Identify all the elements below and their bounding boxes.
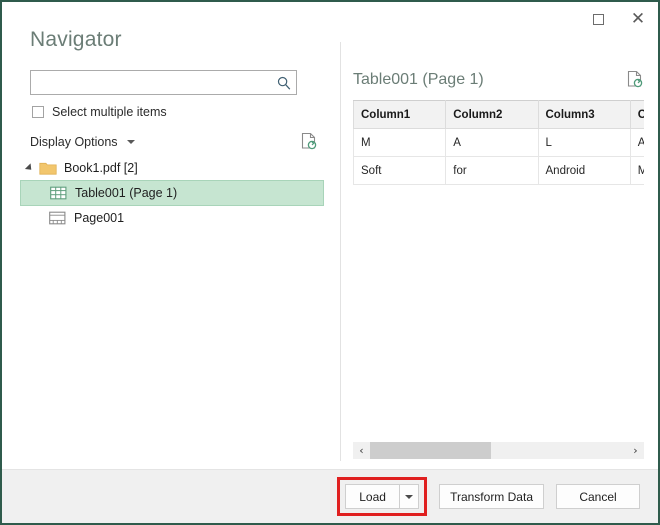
column-header[interactable]: Column1 xyxy=(353,100,447,129)
preview-horizontal-scrollbar[interactable]: ‹ › xyxy=(353,442,644,459)
search-input[interactable] xyxy=(31,71,272,94)
select-multiple-label: Select multiple items xyxy=(52,105,167,119)
tree-item-table001[interactable]: Table001 (Page 1) xyxy=(20,180,324,206)
navigator-dialog: ✕ Navigator Select multiple items Displa… xyxy=(0,0,660,525)
preview-table: Column1 Column2 Column3 Column4 M A L A2… xyxy=(353,100,644,185)
table-cell: A2 xyxy=(629,128,644,157)
refresh-document-icon[interactable] xyxy=(626,70,644,90)
transform-data-button[interactable]: Transform Data xyxy=(439,484,544,509)
maximize-button[interactable] xyxy=(578,4,618,34)
load-button[interactable]: Load xyxy=(345,484,400,509)
table-header-row: Column1 Column2 Column3 Column4 xyxy=(353,100,644,129)
search-icon[interactable] xyxy=(272,76,296,90)
display-options-label[interactable]: Display Options xyxy=(30,135,118,149)
table-icon xyxy=(49,185,68,201)
load-dropdown-button[interactable] xyxy=(399,484,420,509)
chevron-down-icon xyxy=(405,494,414,499)
preview-title: Table001 (Page 1) xyxy=(353,71,484,88)
chevron-down-icon[interactable] xyxy=(126,140,135,144)
preview-grid-container: Column1 Column2 Column3 Column4 M A L A2… xyxy=(353,100,644,469)
table-cell: M xyxy=(353,128,447,157)
table-cell: Android xyxy=(537,156,631,185)
table-cell: Soft xyxy=(353,156,447,185)
preview-panel: Table001 (Page 1) Column1 Column2 Column… xyxy=(349,36,650,469)
table-cell: for xyxy=(445,156,539,185)
scroll-right-arrow-icon[interactable]: › xyxy=(627,442,644,459)
tree-item-page001[interactable]: Page001 xyxy=(20,206,324,230)
scrollbar-track[interactable] xyxy=(370,442,627,459)
tree-item-label: Book1.pdf [2] xyxy=(64,161,138,175)
search-box[interactable] xyxy=(30,70,297,95)
preview-header: Table001 (Page 1) xyxy=(353,70,644,90)
tree-item-book1[interactable]: Book1.pdf [2] xyxy=(20,156,324,180)
close-icon: ✕ xyxy=(630,8,646,29)
tree-item-label: Page001 xyxy=(74,211,125,225)
tree-item-label: Table001 (Page 1) xyxy=(75,186,178,200)
navigator-tree: Book1.pdf [2] Table001 (Page 1) Page001 xyxy=(20,156,324,230)
column-header[interactable]: Column4 xyxy=(629,100,644,129)
close-button[interactable]: ✕ xyxy=(618,4,658,34)
cancel-button[interactable]: Cancel xyxy=(556,484,640,509)
column-header[interactable]: Column3 xyxy=(537,100,631,129)
panel-divider xyxy=(340,42,341,461)
load-split-button[interactable]: Load xyxy=(345,484,420,509)
scroll-left-arrow-icon[interactable]: ‹ xyxy=(353,442,370,459)
page-icon xyxy=(48,210,67,226)
column-header[interactable]: Column2 xyxy=(445,100,539,129)
expander-icon[interactable] xyxy=(20,163,38,173)
table-cell: L xyxy=(537,128,631,157)
table-row: M A L A2 xyxy=(353,128,644,157)
select-multiple-row[interactable]: Select multiple items xyxy=(32,105,167,119)
select-multiple-checkbox[interactable] xyxy=(32,106,44,118)
load-button-highlight: Load xyxy=(337,477,428,516)
left-panel: Select multiple items Display Options Bo… xyxy=(2,36,340,469)
display-options-row: Display Options xyxy=(30,132,318,152)
maximize-icon xyxy=(592,13,604,25)
table-cell: A xyxy=(445,128,539,157)
table-row: Soft for Android MacOs xyxy=(353,156,644,185)
table-cell: MacOs xyxy=(629,156,644,185)
dialog-footer: Load Transform Data Cancel xyxy=(2,469,658,523)
refresh-document-icon[interactable] xyxy=(300,132,318,152)
folder-icon xyxy=(38,160,57,176)
scrollbar-thumb[interactable] xyxy=(370,442,491,459)
